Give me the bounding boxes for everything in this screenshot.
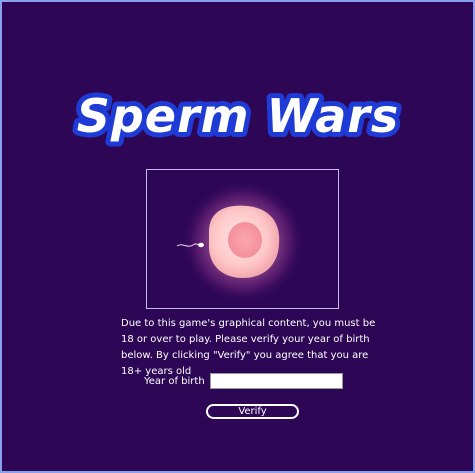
year-of-birth-label: Year of birth	[144, 376, 205, 387]
game-preview-image	[146, 169, 339, 309]
game-logo: Sperm Wars Sperm Wars	[72, 84, 404, 148]
age-notice-text: Due to this game's graphical content, yo…	[121, 318, 376, 377]
year-of-birth-input[interactable]	[210, 373, 343, 389]
egg-sperm-illustration	[176, 180, 305, 304]
egg-nucleus	[228, 222, 262, 258]
logo-title: Sperm Wars	[77, 89, 400, 143]
game-frame: Sperm Wars Sperm Wars Due to this game's…	[2, 2, 473, 471]
verify-button[interactable]: Verify	[206, 404, 299, 419]
sperm-head	[198, 242, 204, 248]
